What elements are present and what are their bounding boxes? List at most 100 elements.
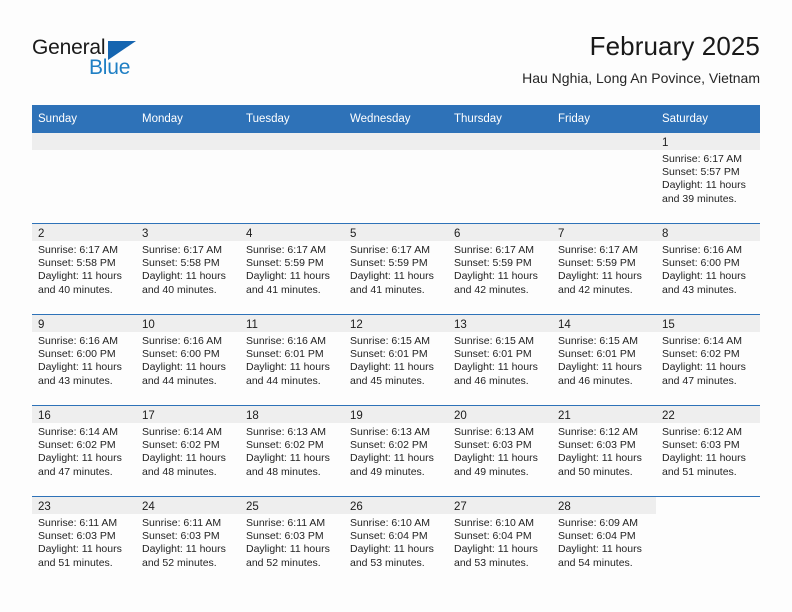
day-cell-11[interactable]: 11 Sunrise: 6:16 AM Sunset: 6:01 PM Dayligh… bbox=[240, 315, 344, 405]
sunrise-text: Sunrise: 6:09 AM bbox=[558, 517, 638, 529]
day-number-band: 8 bbox=[656, 224, 760, 241]
day-cell-13[interactable]: 13 Sunrise: 6:15 AM Sunset: 6:01 PM Dayligh… bbox=[448, 315, 552, 405]
day-cell-24[interactable]: 24 Sunrise: 6:11 AM Sunset: 6:03 PM Dayligh… bbox=[136, 497, 240, 587]
day-cell-5[interactable]: 5 Sunrise: 6:17 AM Sunset: 5:59 PM Daylight… bbox=[344, 224, 448, 314]
day-number-band: 2 bbox=[32, 224, 136, 241]
sunrise-text: Sunrise: 6:12 AM bbox=[558, 426, 638, 438]
daylight-text-line1: Daylight: 11 hours bbox=[350, 452, 434, 465]
day-cell-8[interactable]: 8 Sunrise: 6:16 AM Sunset: 6:00 PM Daylight… bbox=[656, 224, 760, 314]
calendar-cell: 1 Sunrise: 6:17 AM Sunset: 5:57 PM Daylight… bbox=[656, 133, 760, 224]
sunrise-text: Sunrise: 6:11 AM bbox=[246, 517, 326, 529]
calendar-page: General Blue February 2025 Hau Nghia, Lo… bbox=[0, 0, 792, 612]
day-cell-10[interactable]: 10 Sunrise: 6:16 AM Sunset: 6:00 PM Dayligh… bbox=[136, 315, 240, 405]
sunset-text: Sunset: 6:01 PM bbox=[350, 348, 428, 361]
sunset-text: Sunset: 6:04 PM bbox=[558, 530, 636, 543]
calendar-week-row: 23 Sunrise: 6:11 AM Sunset: 6:03 PM Dayligh… bbox=[32, 496, 760, 587]
day-cell-placeholder bbox=[552, 133, 656, 223]
calendar-cell: 11 Sunrise: 6:16 AM Sunset: 6:01 PM Dayligh… bbox=[240, 314, 344, 406]
daylight-text-line2: and 40 minutes. bbox=[142, 283, 217, 296]
day-cell-19[interactable]: 19 Sunrise: 6:13 AM Sunset: 6:02 PM Dayligh… bbox=[344, 406, 448, 496]
day-number-band bbox=[552, 133, 656, 150]
day-number: 14 bbox=[558, 319, 571, 331]
day-cell-20[interactable]: 20 Sunrise: 6:13 AM Sunset: 6:03 PM Dayligh… bbox=[448, 406, 552, 496]
day-cell-18[interactable]: 18 Sunrise: 6:13 AM Sunset: 6:02 PM Dayligh… bbox=[240, 406, 344, 496]
sunset-text: Sunset: 6:04 PM bbox=[454, 530, 532, 543]
day-cell-6[interactable]: 6 Sunrise: 6:17 AM Sunset: 5:59 PM Daylight… bbox=[448, 224, 552, 314]
day-number-band: 21 bbox=[552, 406, 656, 423]
day-number-band: 19 bbox=[344, 406, 448, 423]
day-sun-info: Sunrise: 6:13 AM Sunset: 6:03 PM Daylight:… bbox=[448, 423, 552, 479]
daylight-text-line2: and 42 minutes. bbox=[454, 283, 529, 296]
calendar-cell bbox=[344, 133, 448, 224]
daylight-text-line2: and 54 minutes. bbox=[558, 556, 633, 569]
daylight-text-line2: and 43 minutes. bbox=[38, 374, 113, 387]
sunset-text: Sunset: 5:59 PM bbox=[246, 257, 324, 270]
calendar-week-row: 9 Sunrise: 6:16 AM Sunset: 6:00 PM Daylight… bbox=[32, 314, 760, 406]
sunrise-text: Sunrise: 6:17 AM bbox=[454, 244, 534, 256]
day-cell-17[interactable]: 17 Sunrise: 6:14 AM Sunset: 6:02 PM Dayligh… bbox=[136, 406, 240, 496]
sunset-text: Sunset: 6:03 PM bbox=[558, 439, 636, 452]
day-number: 18 bbox=[246, 410, 259, 422]
day-cell-27[interactable]: 27 Sunrise: 6:10 AM Sunset: 6:04 PM Dayligh… bbox=[448, 497, 552, 587]
day-cell-1[interactable]: 1 Sunrise: 6:17 AM Sunset: 5:57 PM Daylight… bbox=[656, 133, 760, 223]
sunrise-text: Sunrise: 6:15 AM bbox=[350, 335, 430, 347]
calendar-cell: 28 Sunrise: 6:09 AM Sunset: 6:04 PM Dayligh… bbox=[552, 496, 656, 587]
day-sun-info: Sunrise: 6:11 AM Sunset: 6:03 PM Daylight:… bbox=[32, 514, 136, 570]
day-cell-3[interactable]: 3 Sunrise: 6:17 AM Sunset: 5:58 PM Daylight… bbox=[136, 224, 240, 314]
calendar-cell: 24 Sunrise: 6:11 AM Sunset: 6:03 PM Dayligh… bbox=[136, 496, 240, 587]
day-number-band: 25 bbox=[240, 497, 344, 514]
calendar-cell: 14 Sunrise: 6:15 AM Sunset: 6:01 PM Dayligh… bbox=[552, 314, 656, 406]
day-number-band bbox=[656, 497, 760, 514]
general-blue-logo[interactable]: General Blue bbox=[32, 36, 172, 88]
day-number-band: 3 bbox=[136, 224, 240, 241]
day-cell-4[interactable]: 4 Sunrise: 6:17 AM Sunset: 5:59 PM Daylight… bbox=[240, 224, 344, 314]
daylight-text-line2: and 47 minutes. bbox=[662, 374, 737, 387]
daylight-text-line1: Daylight: 11 hours bbox=[558, 361, 642, 374]
daylight-text-line2: and 46 minutes. bbox=[454, 374, 529, 387]
sunset-text: Sunset: 6:03 PM bbox=[246, 530, 324, 543]
day-cell-placeholder bbox=[344, 133, 448, 223]
sunrise-text: Sunrise: 6:13 AM bbox=[350, 426, 430, 438]
day-cell-15[interactable]: 15 Sunrise: 6:14 AM Sunset: 6:02 PM Dayligh… bbox=[656, 315, 760, 405]
sunrise-text: Sunrise: 6:17 AM bbox=[350, 244, 430, 256]
day-number: 28 bbox=[558, 501, 571, 513]
day-cell-2[interactable]: 2 Sunrise: 6:17 AM Sunset: 5:58 PM Daylight… bbox=[32, 224, 136, 314]
day-cell-26[interactable]: 26 Sunrise: 6:10 AM Sunset: 6:04 PM Dayligh… bbox=[344, 497, 448, 587]
day-number: 9 bbox=[38, 319, 45, 331]
calendar-body: 1 Sunrise: 6:17 AM Sunset: 5:57 PM Daylight… bbox=[32, 133, 760, 587]
calendar-week-row: 1 Sunrise: 6:17 AM Sunset: 5:57 PM Daylight… bbox=[32, 133, 760, 224]
sunset-text: Sunset: 6:03 PM bbox=[662, 439, 740, 452]
sunset-text: Sunset: 6:00 PM bbox=[38, 348, 116, 361]
day-cell-12[interactable]: 12 Sunrise: 6:15 AM Sunset: 6:01 PM Dayligh… bbox=[344, 315, 448, 405]
day-cell-16[interactable]: 16 Sunrise: 6:14 AM Sunset: 6:02 PM Dayligh… bbox=[32, 406, 136, 496]
day-number-band bbox=[136, 133, 240, 150]
day-number: 8 bbox=[662, 228, 669, 240]
day-cell-9[interactable]: 9 Sunrise: 6:16 AM Sunset: 6:00 PM Daylight… bbox=[32, 315, 136, 405]
page-header: General Blue February 2025 Hau Nghia, Lo… bbox=[32, 30, 760, 96]
calendar-header-row: Sunday Monday Tuesday Wednesday Thursday Frid… bbox=[32, 105, 760, 133]
day-sun-info: Sunrise: 6:12 AM Sunset: 6:03 PM Daylight:… bbox=[656, 423, 760, 479]
sunrise-text: Sunrise: 6:13 AM bbox=[246, 426, 326, 438]
day-cell-28[interactable]: 28 Sunrise: 6:09 AM Sunset: 6:04 PM Dayligh… bbox=[552, 497, 656, 587]
day-number-band: 26 bbox=[344, 497, 448, 514]
sunrise-text: Sunrise: 6:16 AM bbox=[142, 335, 222, 347]
sunset-text: Sunset: 6:02 PM bbox=[662, 348, 740, 361]
day-cell-23[interactable]: 23 Sunrise: 6:11 AM Sunset: 6:03 PM Dayligh… bbox=[32, 497, 136, 587]
day-cell-25[interactable]: 25 Sunrise: 6:11 AM Sunset: 6:03 PM Dayligh… bbox=[240, 497, 344, 587]
sunrise-text: Sunrise: 6:10 AM bbox=[454, 517, 534, 529]
day-cell-22[interactable]: 22 Sunrise: 6:12 AM Sunset: 6:03 PM Dayligh… bbox=[656, 406, 760, 496]
daylight-text-line2: and 50 minutes. bbox=[558, 465, 633, 478]
daylight-text-line2: and 52 minutes. bbox=[142, 556, 217, 569]
day-cell-21[interactable]: 21 Sunrise: 6:12 AM Sunset: 6:03 PM Dayligh… bbox=[552, 406, 656, 496]
sunset-text: Sunset: 6:02 PM bbox=[38, 439, 116, 452]
day-sun-info: Sunrise: 6:09 AM Sunset: 6:04 PM Daylight:… bbox=[552, 514, 656, 570]
day-number-band: 14 bbox=[552, 315, 656, 332]
day-number-band: 15 bbox=[656, 315, 760, 332]
daylight-text-line1: Daylight: 11 hours bbox=[38, 270, 122, 283]
sunrise-text: Sunrise: 6:13 AM bbox=[454, 426, 534, 438]
daylight-text-line1: Daylight: 11 hours bbox=[350, 270, 434, 283]
day-cell-7[interactable]: 7 Sunrise: 6:17 AM Sunset: 5:59 PM Daylight… bbox=[552, 224, 656, 314]
day-number-band: 4 bbox=[240, 224, 344, 241]
sunrise-text: Sunrise: 6:15 AM bbox=[454, 335, 534, 347]
day-cell-14[interactable]: 14 Sunrise: 6:15 AM Sunset: 6:01 PM Dayligh… bbox=[552, 315, 656, 405]
